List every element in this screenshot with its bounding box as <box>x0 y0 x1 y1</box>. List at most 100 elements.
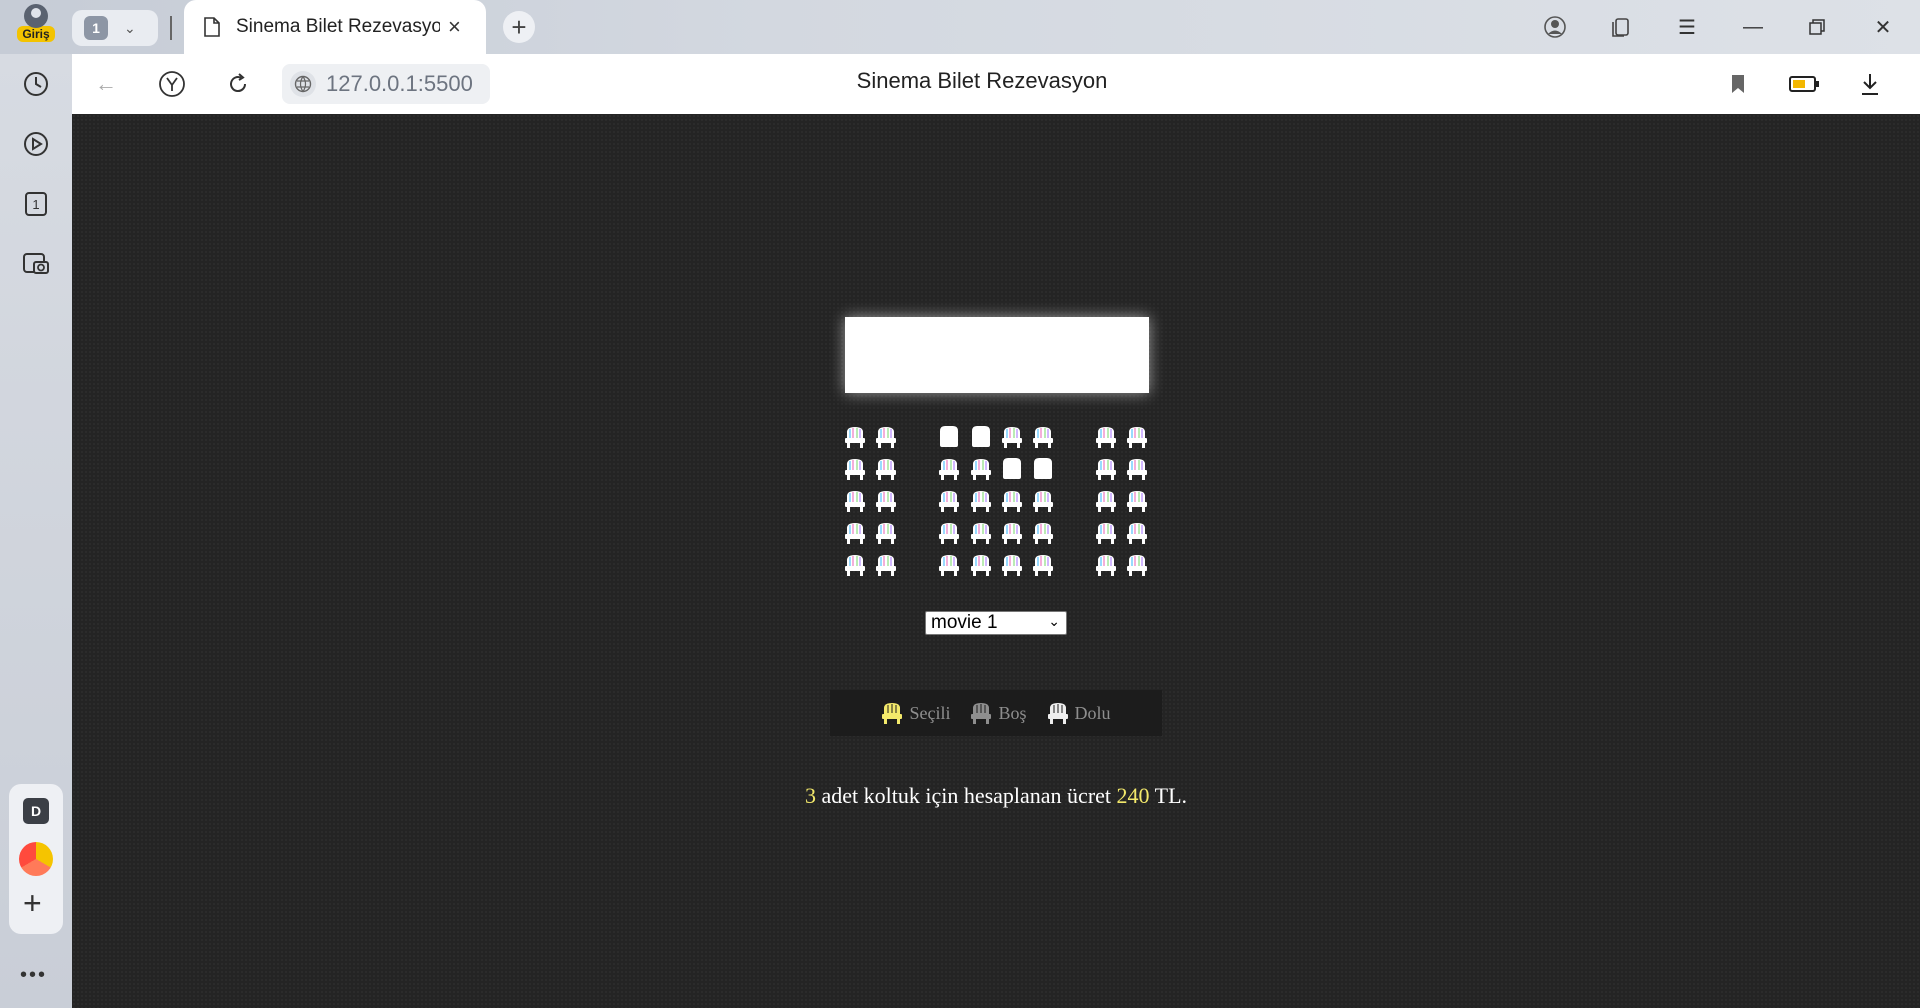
address-bar: ← 127.0.0.1:5500 Sinema Bilet Rezevasyon <box>72 54 1920 114</box>
seat-selected-icon <box>882 703 903 724</box>
seat-empty[interactable] <box>1126 489 1148 513</box>
seat-empty[interactable] <box>1095 425 1117 449</box>
profile-button[interactable]: Giriş <box>8 4 64 48</box>
seat-empty[interactable] <box>844 425 866 449</box>
total-price: 240 <box>1116 783 1150 808</box>
seat-empty[interactable] <box>938 521 960 545</box>
seat-empty-icon <box>971 703 992 724</box>
page-content: movie 1 ⌄ Seçili Boş Dolu 3 adet koltuk … <box>72 114 1920 1008</box>
site-info-icon[interactable] <box>290 71 316 97</box>
movie-select-value: movie 1 <box>931 612 998 633</box>
seat-empty[interactable] <box>1095 553 1117 577</box>
seat-occupied <box>1032 457 1054 481</box>
seat-empty[interactable] <box>1095 457 1117 481</box>
battery-icon[interactable] <box>1788 68 1820 100</box>
seat-empty[interactable] <box>1032 553 1054 577</box>
seat-empty[interactable] <box>844 521 866 545</box>
collections-icon[interactable] <box>1606 12 1636 42</box>
legend-empty: Boş <box>970 701 1027 725</box>
seat-empty[interactable] <box>1032 521 1054 545</box>
seat-empty[interactable] <box>970 457 992 481</box>
chevron-down-icon: ⌄ <box>124 19 136 36</box>
seat-empty[interactable] <box>970 489 992 513</box>
app-d-badge[interactable]: D <box>23 798 49 824</box>
legend-empty-label: Boş <box>998 702 1027 723</box>
seat-empty[interactable] <box>1095 521 1117 545</box>
play-icon[interactable] <box>16 124 56 164</box>
legend-occupied: Dolu <box>1047 701 1111 725</box>
url-field[interactable]: 127.0.0.1:5500 <box>282 64 490 104</box>
page-title: Sinema Bilet Rezevasyon <box>856 68 1108 93</box>
reload-icon[interactable] <box>222 68 254 100</box>
seat-empty[interactable] <box>875 553 897 577</box>
seat-empty[interactable] <box>1095 489 1117 513</box>
seat-empty[interactable] <box>1001 489 1023 513</box>
seat-empty[interactable] <box>1126 553 1148 577</box>
seat-empty[interactable] <box>938 489 960 513</box>
document-icon <box>204 17 220 37</box>
seat-empty[interactable] <box>875 489 897 513</box>
seat-occupied <box>1001 457 1023 481</box>
seat-empty[interactable] <box>1032 425 1054 449</box>
seat-empty[interactable] <box>938 457 960 481</box>
yandex-icon[interactable] <box>156 68 188 100</box>
download-icon[interactable] <box>1854 68 1886 100</box>
profile-label: Giriş <box>17 26 55 42</box>
close-tab-icon[interactable]: × <box>448 14 461 40</box>
movie-select[interactable]: movie 1 ⌄ <box>925 611 1067 635</box>
tab-counter-button[interactable]: 1 ⌄ <box>72 10 158 46</box>
seat-empty[interactable] <box>938 553 960 577</box>
cinema-screen <box>845 317 1149 393</box>
summary-text: adet koltuk için hesaplanan ücret <box>821 783 1112 808</box>
profile-avatar-icon <box>24 4 48 28</box>
seat-empty[interactable] <box>1126 521 1148 545</box>
seat-empty[interactable] <box>970 521 992 545</box>
bookmark-icon[interactable] <box>1722 68 1754 100</box>
legend-selected-label: Seçili <box>909 702 951 723</box>
back-icon[interactable]: ← <box>90 68 122 100</box>
seat-empty[interactable] <box>844 457 866 481</box>
seat-empty[interactable] <box>1126 457 1148 481</box>
selected-seat-count: 3 <box>804 783 816 808</box>
price-summary: 3 adet koltuk için hesaplanan ücret 240 … <box>72 783 1920 809</box>
tab-strip: Giriş 1 ⌄ Sinema Bilet Rezevasyon × + ☰ … <box>0 0 1920 54</box>
seat-empty[interactable] <box>1001 553 1023 577</box>
seat-empty[interactable] <box>1032 489 1054 513</box>
url-text: 127.0.0.1:5500 <box>326 71 473 96</box>
seat-empty[interactable] <box>844 489 866 513</box>
screenshot-icon[interactable] <box>16 244 56 284</box>
seat-occupied <box>970 425 992 449</box>
seat-empty[interactable] <box>1001 425 1023 449</box>
restore-icon[interactable] <box>1802 12 1832 42</box>
sidebar: 1 D + ••• <box>0 54 72 1008</box>
close-window-icon[interactable]: ✕ <box>1868 12 1898 42</box>
legend-selected: Seçili <box>881 701 950 725</box>
seat-empty[interactable] <box>875 521 897 545</box>
minimize-icon[interactable]: — <box>1738 12 1768 42</box>
seat-empty[interactable] <box>970 553 992 577</box>
seat-empty[interactable] <box>1126 425 1148 449</box>
add-app-icon[interactable]: + <box>23 887 42 919</box>
account-icon[interactable] <box>1540 12 1570 42</box>
app-ball-icon[interactable] <box>19 842 53 876</box>
sidebar-apps-panel: D + <box>9 784 63 934</box>
history-icon[interactable] <box>16 64 56 104</box>
currency-text: TL. <box>1154 783 1188 808</box>
tab-title: Sinema Bilet Rezevasyon <box>236 16 440 37</box>
active-tab[interactable]: Sinema Bilet Rezevasyon × <box>184 0 486 54</box>
legend-occupied-label: Dolu <box>1074 702 1111 723</box>
strip-divider <box>170 16 172 40</box>
seat-empty[interactable] <box>1001 521 1023 545</box>
seat-occupied-icon <box>1047 703 1068 724</box>
tab-count: 1 <box>84 16 108 40</box>
more-icon[interactable]: ••• <box>20 964 47 987</box>
menu-icon[interactable]: ☰ <box>1672 12 1702 42</box>
new-tab-button[interactable]: + <box>503 11 535 43</box>
chevron-down-icon: ⌄ <box>1048 613 1060 629</box>
seat-empty[interactable] <box>875 425 897 449</box>
tabs-icon[interactable]: 1 <box>16 184 56 224</box>
seat-empty[interactable] <box>875 457 897 481</box>
svg-text:1: 1 <box>32 197 39 212</box>
seat-empty[interactable] <box>844 553 866 577</box>
seat-occupied <box>938 425 960 449</box>
